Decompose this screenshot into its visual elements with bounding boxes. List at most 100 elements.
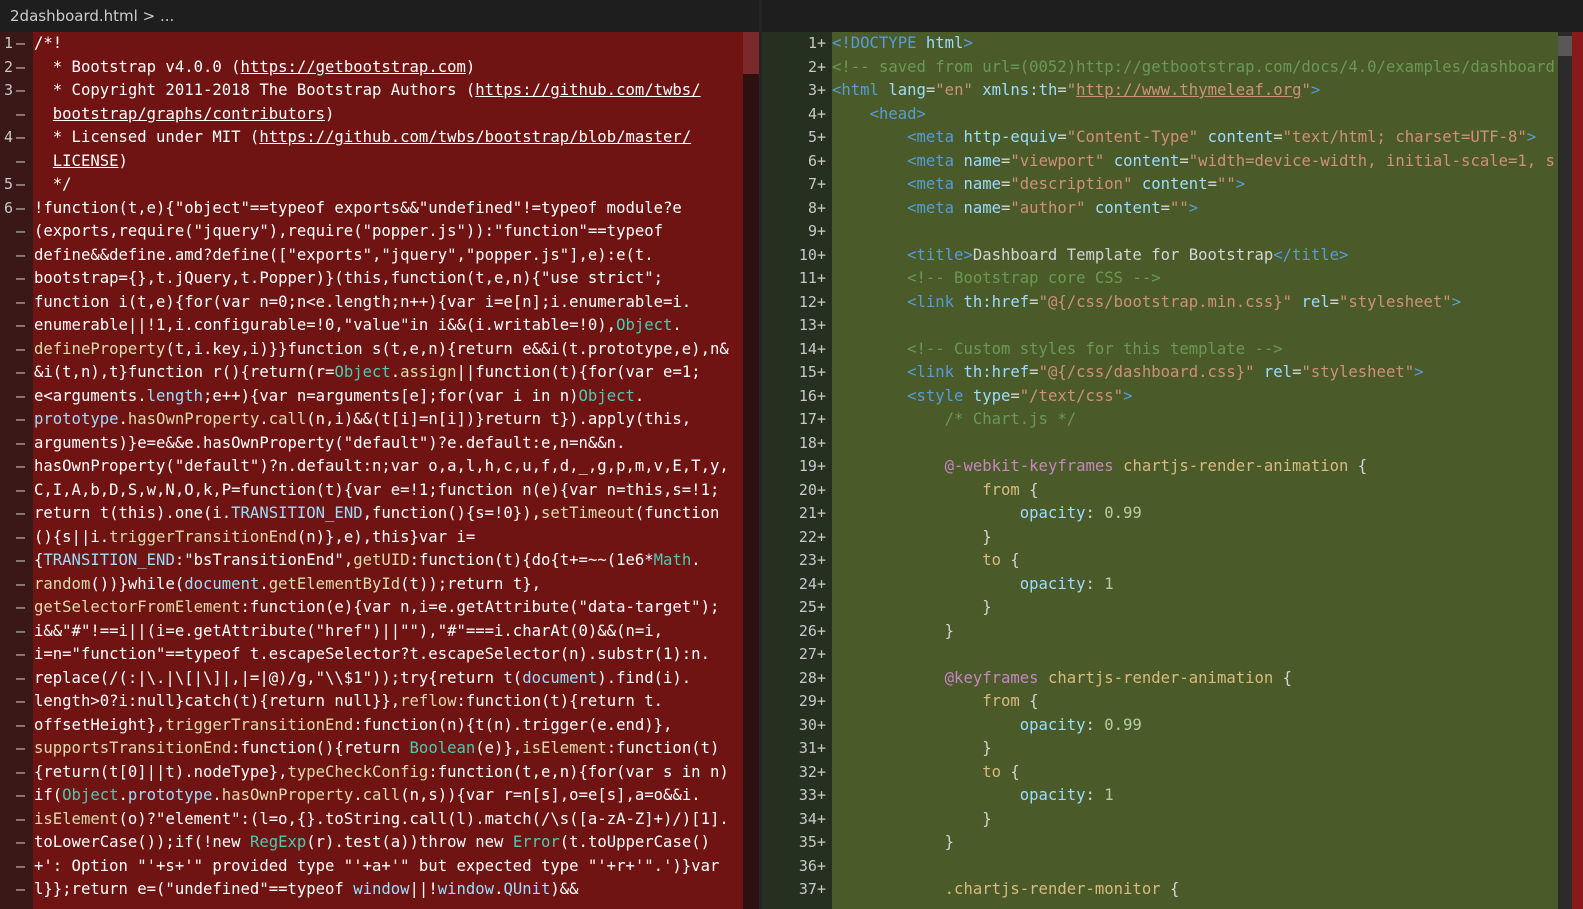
code-token: */ bbox=[34, 175, 72, 193]
code-line[interactable]: opacity: 0.99 bbox=[832, 502, 1142, 526]
code-line[interactable]: * Copyright 2011-2018 The Bootstrap Auth… bbox=[34, 79, 701, 103]
code-line[interactable]: <!-- Custom styles for this template --> bbox=[832, 338, 1283, 362]
code-line[interactable]: <meta name="description" content=""> bbox=[832, 173, 1245, 197]
deleted-line-marker: — bbox=[16, 128, 26, 146]
code-token: Object bbox=[62, 786, 119, 804]
code-line[interactable]: <html lang="en" xmlns:th="http://www.thy… bbox=[832, 79, 1320, 103]
code-line[interactable]: defineProperty(t,i.key,i)}}function s(t,… bbox=[34, 338, 729, 362]
code-line[interactable]: random())}while(document.getElementById(… bbox=[34, 573, 541, 597]
code-line[interactable]: toLowerCase());if(!new RegExp(r).test(a)… bbox=[34, 831, 710, 855]
code-line[interactable]: * Licensed under MIT (https://github.com… bbox=[34, 126, 691, 150]
code-line[interactable]: @-webkit-keyframes chartjs-render-animat… bbox=[832, 455, 1368, 479]
code-line[interactable]: */ bbox=[34, 173, 72, 197]
code-line[interactable]: * Bootstrap v4.0.0 (https://getbootstrap… bbox=[34, 56, 476, 80]
code-line[interactable]: (exports,require("jquery"),require("popp… bbox=[34, 220, 663, 244]
code-line[interactable]: i=n="function"==typeof t.escapeSelector?… bbox=[34, 643, 710, 667]
line-number: 9+ bbox=[807, 222, 826, 240]
code-line[interactable]: &i(t,n),t}function r(){return(r=Object.a… bbox=[34, 361, 701, 385]
modified-editor-pane[interactable]: 1+ 2+ 3+ 4+ 5+ 6+ 7+ 8+ 9+ 10+ 11+ 12+ 13+ 14+ 15+ 16+ 1… bbox=[762, 32, 1583, 909]
original-code-area[interactable]: /*! * Bootstrap v4.0.0 (https://getboots… bbox=[33, 32, 743, 909]
code-line[interactable]: e<arguments.length;e++){var n=arguments[… bbox=[34, 385, 644, 409]
code-line[interactable]: .chartjs-render-monitor { bbox=[832, 878, 1180, 902]
code-token: "stylesheet" bbox=[1339, 292, 1452, 311]
code-token: = bbox=[1057, 128, 1067, 146]
code-line[interactable]: } bbox=[832, 808, 991, 832]
code-line[interactable]: replace(/(:|\.|\[|\]|,|=|@)/g,"\\$1"));t… bbox=[34, 667, 691, 691]
code-line[interactable]: LICENSE) bbox=[34, 150, 128, 174]
code-line[interactable]: <meta name="viewport" content="width=dev… bbox=[832, 150, 1555, 174]
code-line[interactable]: opacity: 0.99 bbox=[832, 714, 1142, 738]
code-line[interactable]: i&&"#"!==i||(i=e.getAttribute("href")||"… bbox=[34, 620, 663, 644]
code-line[interactable]: bootstrap/graphs/contributors) bbox=[34, 103, 335, 127]
code-line[interactable]: prototype.hasOwnProperty.call(n,i)&&(t[i… bbox=[34, 408, 691, 432]
code-line[interactable]: } bbox=[832, 526, 991, 550]
code-line[interactable]: <!DOCTYPE html> bbox=[832, 32, 973, 56]
code-line[interactable]: from { bbox=[832, 690, 1038, 714]
code-line[interactable]: l}};return e=("undefined"==typeof window… bbox=[34, 878, 579, 902]
code-line[interactable]: <style type="/text/css"> bbox=[832, 385, 1132, 409]
deleted-line-marker: — bbox=[16, 363, 26, 381]
code-token: /* Chart.js */ bbox=[944, 410, 1077, 428]
code-token: content bbox=[1113, 151, 1180, 170]
code-line[interactable]: if(Object.prototype.hasOwnProperty.call(… bbox=[34, 784, 701, 808]
modified-gutter: 1+ 2+ 3+ 4+ 5+ 6+ 7+ 8+ 9+ 10+ 11+ 12+ 13+ 14+ 15+ 16+ 1… bbox=[762, 32, 832, 909]
modified-scrollbar[interactable] bbox=[1558, 32, 1572, 909]
modified-scrollbar-thumb[interactable] bbox=[1558, 36, 1572, 56]
code-line[interactable]: opacity: 1 bbox=[832, 784, 1114, 808]
code-line[interactable]: } bbox=[832, 831, 954, 855]
line-number: 14+ bbox=[798, 339, 826, 358]
code-line[interactable]: !function(t,e){"object"==typeof exports&… bbox=[34, 197, 682, 221]
code-line[interactable]: opacity: 1 bbox=[832, 573, 1114, 597]
code-line[interactable]: (){s||i.triggerTransitionEnd(n)},e),this… bbox=[34, 526, 475, 550]
original-editor-pane[interactable]: 1—2—3— —4— —5—6— — — — — — — — — — — — — — — — — — — — — — — — — — —… bbox=[0, 32, 762, 909]
code-line[interactable]: to { bbox=[832, 761, 1020, 785]
code-line[interactable]: length>0?i:null}catch(t){return null}},r… bbox=[34, 690, 663, 714]
code-line[interactable]: <!-- Bootstrap core CSS --> bbox=[832, 267, 1160, 291]
code-line[interactable]: C,I,A,b,D,S,w,N,O,k,P=function(t){var e=… bbox=[34, 479, 719, 503]
code-line[interactable]: <head> bbox=[832, 103, 926, 127]
code-line[interactable]: {TRANSITION_END:"bsTransitionEnd",getUID… bbox=[34, 549, 701, 573]
code-line[interactable]: define&&define.amd?define(["exports","jq… bbox=[34, 244, 654, 268]
line-number: 11+ bbox=[798, 269, 826, 287]
code-token: define&&define.amd?define(["exports","jq… bbox=[34, 245, 654, 264]
line-number: 3+ bbox=[807, 81, 826, 99]
breadcrumb-file[interactable]: 2dashboard.html bbox=[10, 7, 138, 25]
code-line[interactable]: <link th:href="@{/css/bootstrap.min.css}… bbox=[832, 291, 1461, 315]
breadcrumb[interactable]: 2dashboard.html > ... bbox=[0, 0, 1583, 32]
code-line[interactable]: <title>Dashboard Template for Bootstrap<… bbox=[832, 244, 1348, 268]
code-line[interactable]: hasOwnProperty("default")?n.default:n;va… bbox=[34, 455, 729, 479]
code-line[interactable]: @keyframes chartjs-render-animation { bbox=[832, 667, 1292, 691]
code-line[interactable]: enumerable||!1,i.configurable=!0,"value"… bbox=[34, 314, 682, 338]
code-line[interactable]: } bbox=[832, 596, 991, 620]
code-line[interactable]: +': Option "'+s+'" provided type "'+a+'"… bbox=[34, 855, 719, 879]
deleted-line-marker: — bbox=[16, 57, 26, 76]
original-scrollbar[interactable] bbox=[743, 32, 759, 909]
breadcrumb-rest[interactable]: ... bbox=[160, 7, 174, 25]
code-line[interactable]: supportsTransitionEnd:function(){return … bbox=[34, 737, 719, 761]
code-line[interactable]: return t(this).one(i.TRANSITION_END,func… bbox=[34, 502, 719, 526]
code-line[interactable]: {return(t[0]||t).nodeType},typeCheckConf… bbox=[34, 761, 729, 785]
code-line[interactable]: function i(t,e){for(var n=0;n<e.length;n… bbox=[34, 291, 691, 315]
code-line[interactable]: <link th:href="@{/css/dashboard.css}" re… bbox=[832, 361, 1423, 385]
code-line[interactable]: } bbox=[832, 620, 954, 644]
modified-code-area[interactable]: <!DOCTYPE html> <!-- saved from url=(0052… bbox=[832, 32, 1558, 909]
deleted-line-marker: — bbox=[16, 480, 26, 499]
code-line[interactable]: arguments)}e=e&&e.hasOwnProperty("defaul… bbox=[34, 432, 625, 456]
code-token: hasOwnProperty bbox=[127, 410, 260, 428]
code-line[interactable]: getSelectorFromElement:function(e){var n… bbox=[34, 596, 719, 620]
code-line[interactable]: from { bbox=[832, 479, 1038, 503]
code-line[interactable]: <meta http-equiv="Content-Type" content=… bbox=[832, 126, 1536, 150]
code-line[interactable]: <!-- saved from url=(0052)http://getboot… bbox=[832, 56, 1555, 80]
code-line[interactable]: to { bbox=[832, 549, 1020, 573]
code-line[interactable]: bootstrap={},t.jQuery,t.Popper)}(this,fu… bbox=[34, 267, 663, 291]
code-line[interactable]: isElement(o)?"element":(l=o,{}.toString.… bbox=[34, 808, 729, 832]
code-line[interactable]: offsetHeight},triggerTransitionEnd:funct… bbox=[34, 714, 672, 738]
code-line[interactable]: } bbox=[832, 737, 991, 761]
original-scrollbar-thumb[interactable] bbox=[743, 32, 759, 74]
code-line[interactable]: /* Chart.js */ bbox=[832, 408, 1076, 432]
code-token: getUID bbox=[353, 551, 410, 569]
code-line[interactable]: /*! bbox=[34, 32, 62, 56]
code-line[interactable]: <meta name="author" content=""> bbox=[832, 197, 1198, 221]
